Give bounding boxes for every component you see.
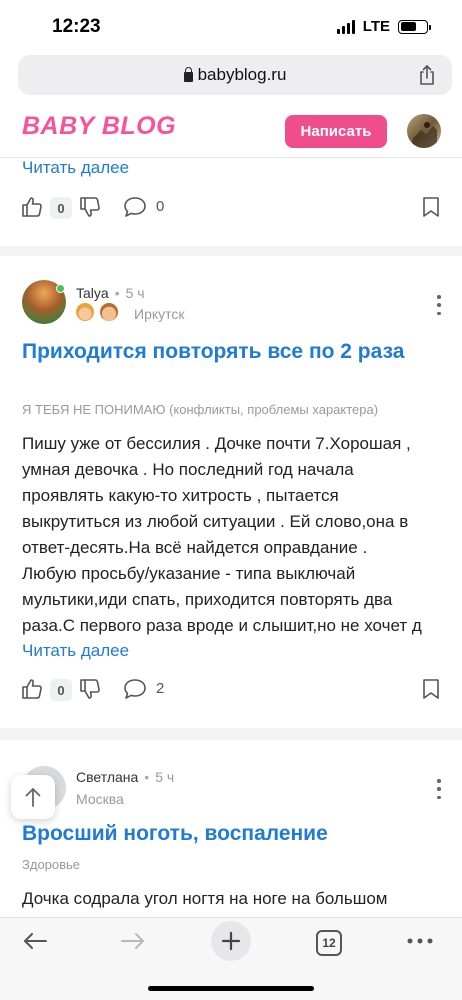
- status-indicators: LTE: [336, 18, 431, 35]
- forward-button[interactable]: [118, 926, 148, 956]
- author-name[interactable]: Светлана: [76, 769, 138, 785]
- tab-count: 12: [316, 930, 342, 956]
- comment-count: 2: [156, 680, 165, 697]
- post-time: 5 ч: [155, 769, 175, 785]
- more-menu-button[interactable]: [406, 926, 434, 956]
- signal-icon: [336, 19, 355, 34]
- post-actions: 0 2: [20, 677, 442, 703]
- site-logo[interactable]: BABY BLOG: [22, 112, 176, 141]
- site-header: BABY BLOG Написать: [0, 98, 462, 158]
- kebab-icon[interactable]: [436, 779, 442, 799]
- bookmark-icon[interactable]: [420, 195, 442, 219]
- post-meta: Светлана • 5 ч: [76, 769, 174, 785]
- url-text: babyblog.ru: [197, 65, 287, 84]
- author-location: Иркутск: [134, 306, 185, 322]
- home-indicator: [148, 986, 314, 991]
- battery-icon: [398, 19, 431, 34]
- scroll-to-top-button[interactable]: [11, 775, 55, 819]
- post-body: Дочка содрала угол ногтя на ноге на боль…: [22, 889, 388, 908]
- arrow-left-icon: [24, 933, 47, 949]
- bookmark-icon[interactable]: [420, 677, 442, 701]
- post-body: Пишу уже от бессилия . Дочке почти 7.Хор…: [22, 434, 422, 635]
- thumbs-down-icon[interactable]: [78, 677, 102, 701]
- arrow-up-icon: [25, 788, 41, 807]
- comment-icon[interactable]: [122, 677, 148, 701]
- online-indicator: [56, 284, 65, 293]
- post-card: Читать далее 0 0: [0, 158, 462, 246]
- kids-badges: [76, 303, 118, 321]
- more-dots-icon: [407, 938, 433, 944]
- meta-separator: •: [144, 769, 150, 785]
- write-button[interactable]: Написать: [285, 115, 387, 148]
- read-more-link[interactable]: Читать далее: [22, 641, 129, 661]
- read-more-link[interactable]: Читать далее: [22, 158, 129, 178]
- comment-count: 0: [156, 198, 165, 215]
- comment-icon[interactable]: [122, 195, 148, 219]
- browser-toolbar: babyblog.ru: [0, 52, 462, 98]
- back-button[interactable]: [20, 926, 50, 956]
- thumbs-up-icon[interactable]: [20, 677, 44, 701]
- meta-separator: •: [114, 285, 120, 301]
- thumbs-up-icon[interactable]: [20, 195, 44, 219]
- address-bar[interactable]: babyblog.ru: [18, 55, 452, 95]
- thumbs-down-icon[interactable]: [78, 195, 102, 219]
- lock-icon: [183, 66, 193, 82]
- author-location: Москва: [76, 791, 124, 807]
- plus-icon: [221, 931, 241, 951]
- new-tab-button[interactable]: [211, 921, 251, 961]
- like-count: 0: [50, 679, 72, 701]
- author-name[interactable]: Talya: [76, 285, 109, 301]
- status-time: 12:23: [52, 16, 101, 37]
- tabs-button[interactable]: 12: [316, 928, 342, 958]
- like-count: 0: [50, 197, 72, 219]
- boy-emoji-icon: [100, 303, 118, 321]
- user-avatar[interactable]: [407, 114, 441, 148]
- girl-emoji-icon: [76, 303, 94, 321]
- kebab-icon[interactable]: [436, 295, 442, 315]
- post-title[interactable]: Приходится повторять все по 2 раза: [22, 338, 432, 366]
- post-meta: Talya • 5 ч: [76, 285, 145, 301]
- post-category[interactable]: Здоровье: [22, 857, 80, 872]
- post-time: 5 ч: [125, 285, 145, 301]
- browser-bottom-bar: 12: [0, 917, 462, 1000]
- battery-fill: [400, 22, 416, 31]
- share-icon[interactable]: [416, 64, 438, 86]
- post-title[interactable]: Вросший ноготь, воспаление: [22, 820, 432, 848]
- arrow-right-icon: [121, 933, 144, 949]
- network-label: LTE: [362, 18, 390, 35]
- post-actions: 0 0: [20, 195, 442, 221]
- status-bar: 12:23 LTE: [0, 0, 462, 52]
- post-category[interactable]: Я ТЕБЯ НЕ ПОНИМАЮ (конфликты, проблемы х…: [22, 402, 378, 417]
